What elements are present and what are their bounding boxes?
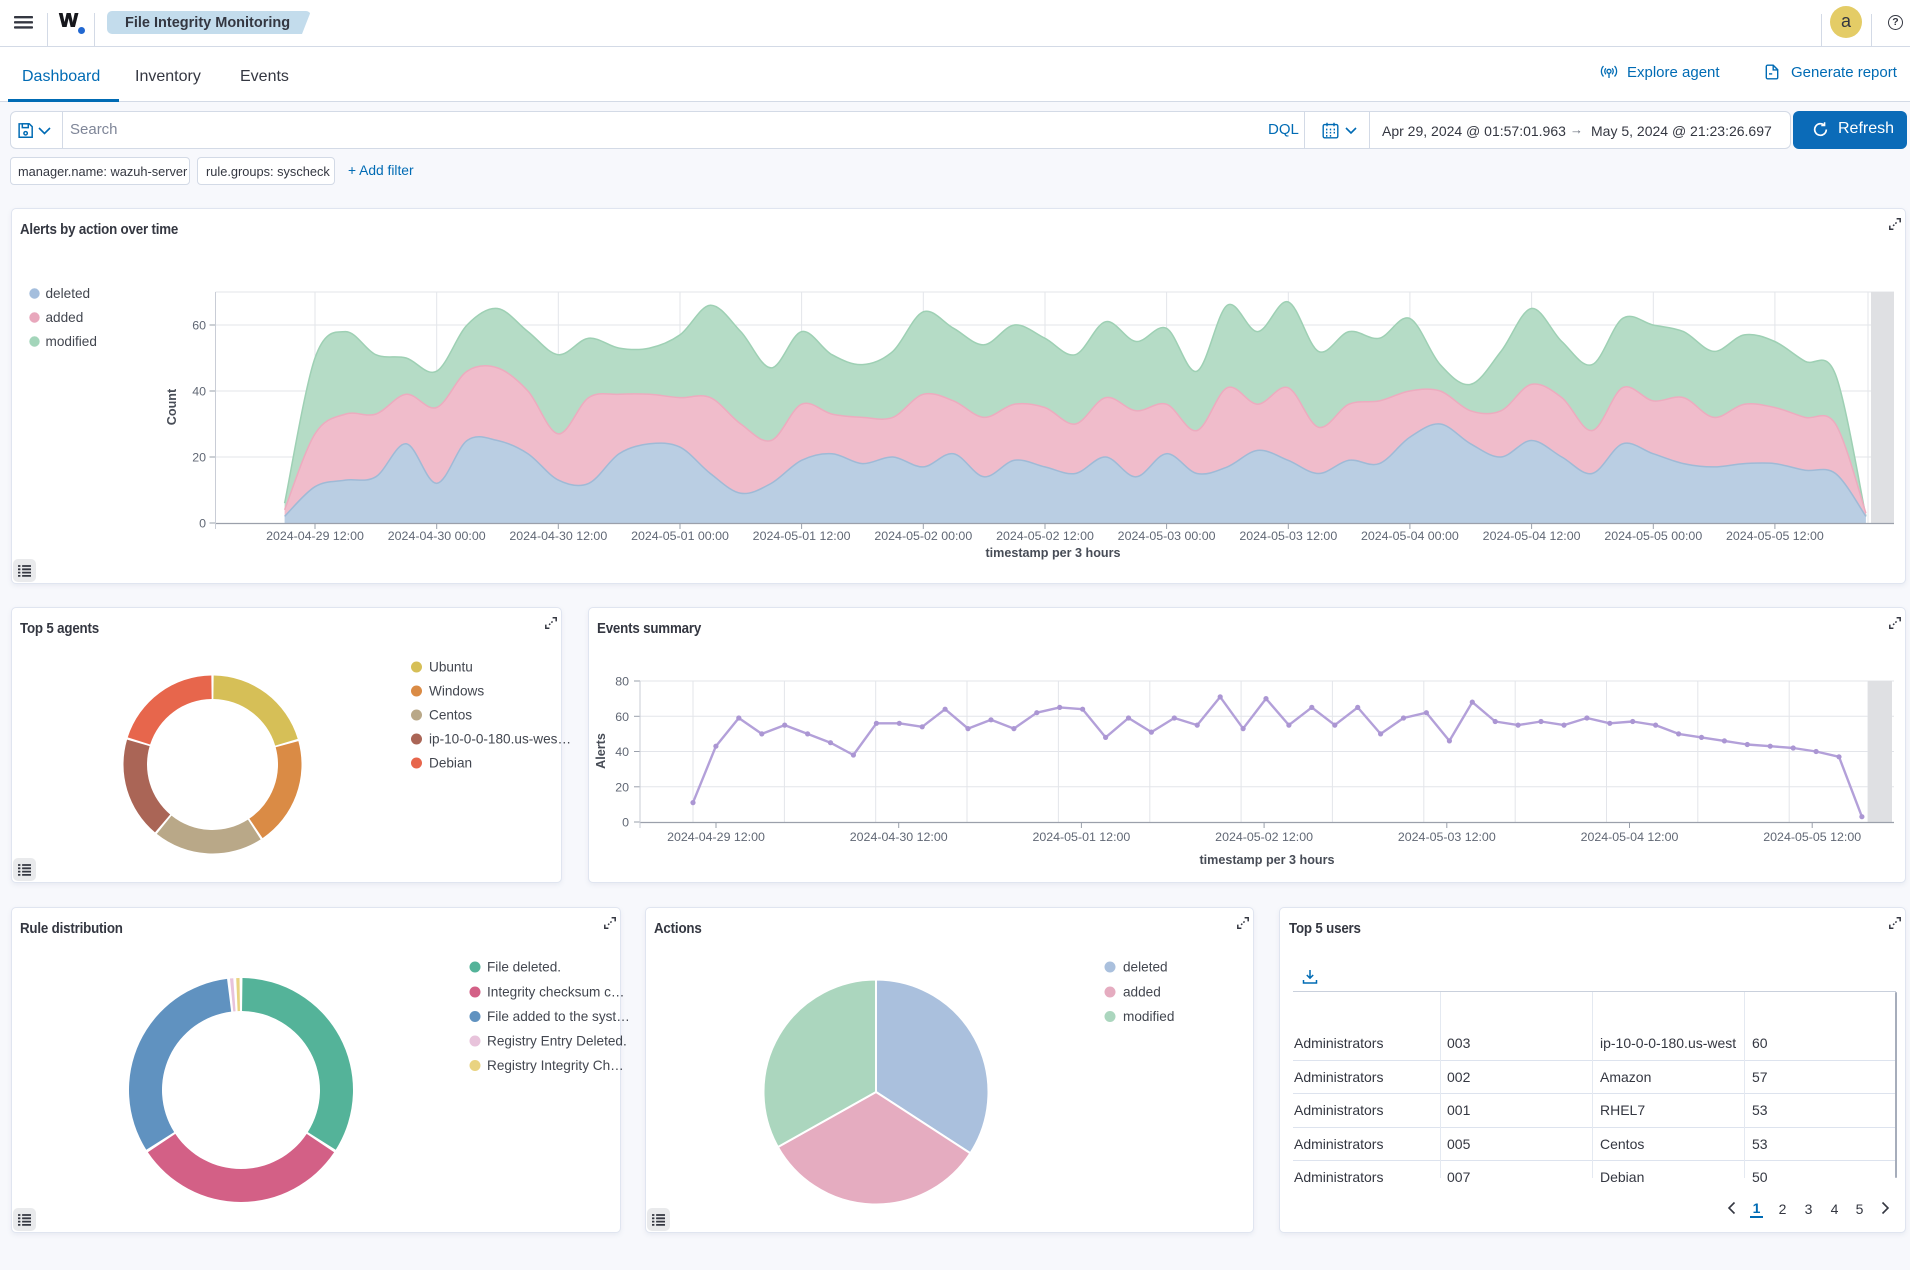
svg-text:2024-05-04 12:00: 2024-05-04 12:00 bbox=[1581, 830, 1679, 844]
svg-text:Debian: Debian bbox=[429, 756, 472, 771]
svg-text:deleted: deleted bbox=[46, 286, 91, 301]
svg-text:2024-05-04 12:00: 2024-05-04 12:00 bbox=[1483, 529, 1581, 543]
svg-text:2024-05-03 00:00: 2024-05-03 00:00 bbox=[1118, 529, 1216, 543]
svg-text:2024-05-02 12:00: 2024-05-02 12:00 bbox=[1215, 830, 1313, 844]
svg-text:2024-05-02 12:00: 2024-05-02 12:00 bbox=[996, 529, 1094, 543]
svg-text:2024-04-29 12:00: 2024-04-29 12:00 bbox=[667, 830, 765, 844]
svg-text:60: 60 bbox=[192, 319, 206, 333]
svg-text:2024-05-02 00:00: 2024-05-02 00:00 bbox=[874, 529, 972, 543]
svg-text:2024-04-30 00:00: 2024-04-30 00:00 bbox=[388, 529, 486, 543]
svg-text:2024-05-01 00:00: 2024-05-01 00:00 bbox=[631, 529, 729, 543]
svg-text:20: 20 bbox=[615, 780, 629, 794]
svg-text:0: 0 bbox=[622, 816, 629, 830]
svg-text:40: 40 bbox=[615, 745, 629, 759]
svg-text:Integrity checksum c…: Integrity checksum c… bbox=[487, 985, 625, 1000]
svg-text:added: added bbox=[1123, 985, 1161, 1000]
svg-text:0: 0 bbox=[199, 517, 206, 531]
svg-text:2024-05-05 12:00: 2024-05-05 12:00 bbox=[1726, 529, 1824, 543]
svg-text:Alerts: Alerts bbox=[594, 733, 608, 769]
svg-text:2024-05-01 12:00: 2024-05-01 12:00 bbox=[1032, 830, 1130, 844]
svg-text:2024-04-29 12:00: 2024-04-29 12:00 bbox=[266, 529, 364, 543]
svg-text:modified: modified bbox=[46, 334, 97, 349]
svg-text:2024-04-30 12:00: 2024-04-30 12:00 bbox=[850, 830, 948, 844]
svg-text:Windows: Windows bbox=[429, 684, 484, 699]
svg-text:modified: modified bbox=[1123, 1009, 1174, 1024]
svg-text:2024-05-05 12:00: 2024-05-05 12:00 bbox=[1763, 830, 1861, 844]
svg-text:40: 40 bbox=[192, 385, 206, 399]
svg-text:ip-10-0-0-180.us-wes…: ip-10-0-0-180.us-wes… bbox=[429, 732, 571, 747]
svg-text:2024-05-04 00:00: 2024-05-04 00:00 bbox=[1361, 529, 1459, 543]
svg-text:2024-05-05 00:00: 2024-05-05 00:00 bbox=[1604, 529, 1702, 543]
svg-text:Registry Entry Deleted.: Registry Entry Deleted. bbox=[487, 1034, 627, 1049]
svg-text:80: 80 bbox=[615, 675, 629, 689]
svg-text:2024-05-03 12:00: 2024-05-03 12:00 bbox=[1239, 529, 1337, 543]
svg-text:added: added bbox=[46, 310, 84, 325]
svg-text:20: 20 bbox=[192, 451, 206, 465]
svg-text:Count: Count bbox=[165, 388, 179, 425]
svg-text:2024-04-30 12:00: 2024-04-30 12:00 bbox=[509, 529, 607, 543]
svg-text:File deleted.: File deleted. bbox=[487, 960, 561, 975]
svg-text:timestamp per 3 hours: timestamp per 3 hours bbox=[985, 546, 1120, 560]
svg-text:Registry Integrity Ch…: Registry Integrity Ch… bbox=[487, 1058, 624, 1073]
svg-text:2024-05-03 12:00: 2024-05-03 12:00 bbox=[1398, 830, 1496, 844]
svg-text:Centos: Centos bbox=[429, 708, 472, 723]
svg-text:File added to the syst…: File added to the syst… bbox=[487, 1009, 630, 1024]
svg-text:2024-05-01 12:00: 2024-05-01 12:00 bbox=[753, 529, 851, 543]
svg-text:deleted: deleted bbox=[1123, 960, 1168, 975]
svg-text:timestamp per 3 hours: timestamp per 3 hours bbox=[1199, 853, 1334, 867]
svg-text:60: 60 bbox=[615, 710, 629, 724]
svg-text:Ubuntu: Ubuntu bbox=[429, 660, 473, 675]
